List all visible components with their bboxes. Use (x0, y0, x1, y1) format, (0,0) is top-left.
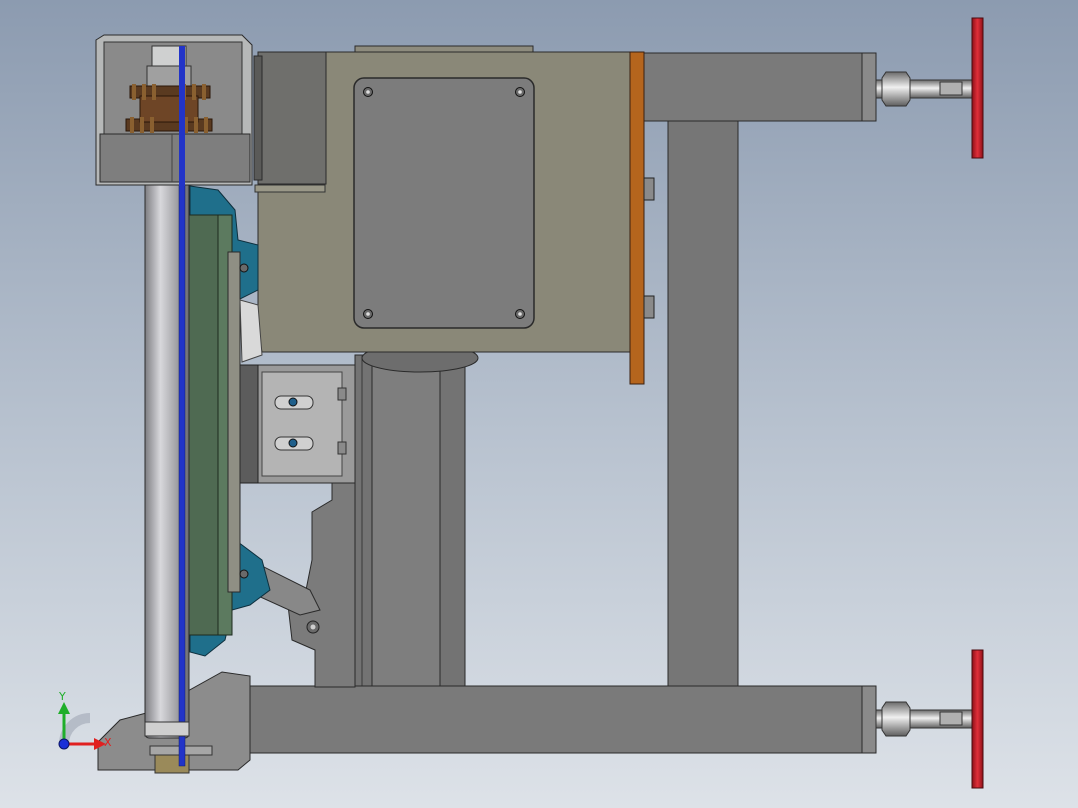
hand-wheel-icon (971, 649, 984, 789)
motor-cover-plate (353, 77, 535, 329)
spring-clip (239, 299, 263, 363)
hex-bolt-icon (643, 177, 655, 201)
frame-bottom-beam (249, 685, 877, 754)
assembly-drawing: Y X (58, 17, 984, 789)
frame-top-beam (639, 52, 877, 122)
hand-wheel-icon (971, 17, 984, 159)
hex-nut-icon (881, 701, 911, 737)
hex-bolt-icon (643, 295, 655, 319)
cad-viewport[interactable]: Y X (0, 0, 1078, 808)
coordinate-triad: Y X (58, 690, 112, 750)
frame-upright-column (354, 354, 466, 688)
z-axis-dot (58, 738, 70, 750)
slide-block (239, 364, 356, 484)
frame-vertical-post (667, 117, 739, 689)
hand-wheel-top[interactable] (875, 17, 984, 159)
x-axis-label: X (104, 736, 112, 749)
y-axis-label: Y (58, 690, 66, 703)
hex-nut-icon (881, 71, 911, 107)
hand-wheel-bottom[interactable] (875, 649, 984, 789)
gear-housing (95, 34, 253, 186)
